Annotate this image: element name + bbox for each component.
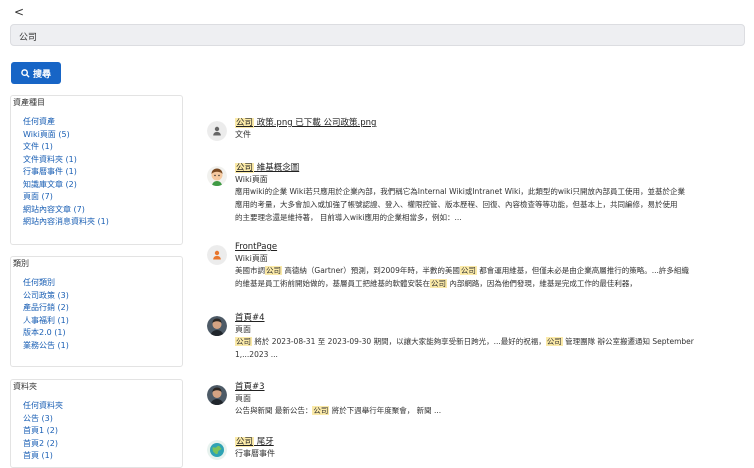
facet-item-link[interactable]: 業務公告 (1)	[23, 340, 69, 353]
result-avatar	[207, 316, 227, 336]
result-title-text: 尾牙	[254, 437, 274, 447]
facet-item-link[interactable]: 公告 (3)	[23, 413, 63, 426]
result-snippet: 公告與新聞 最新公告：公司 將於下週舉行年度聚會， 新聞 ...	[235, 404, 735, 417]
facet-item-link[interactable]: 首頁1 (2)	[23, 425, 63, 438]
facet-item-link[interactable]: 任何類別	[23, 277, 69, 290]
result-avatar	[207, 245, 227, 265]
snippet-line: 應用的考量，大多會加入或加強了帳號認證、登入、權限控管、版本歷程、回復、內容檢查…	[235, 198, 735, 211]
snippet-text: 內部網路，因為他們發現，維基是完成工作的最佳利器，	[447, 279, 637, 288]
highlight-term: 公司	[459, 266, 477, 275]
facet-item-link[interactable]: 首頁2 (2)	[23, 438, 63, 451]
search-button[interactable]: 搜尋	[11, 62, 61, 84]
result-snippet: 應用wiki的企業 Wiki若只應用於企業內部，我們稱它為Internal Wi…	[235, 185, 735, 224]
facet-item-link[interactable]: 任何資產	[23, 116, 109, 129]
facet-list: 任何資料夾 公告 (3) 首頁1 (2) 首頁2 (2) 首頁 (1)	[23, 400, 63, 463]
snippet-line: 公告與新聞 最新公告：公司 將於下週舉行年度聚會， 新聞 ...	[235, 404, 735, 417]
highlight-term: 公司	[235, 437, 255, 447]
highlight-term: 公司	[312, 406, 330, 415]
snippet-line: 美國市調公司 高德納（Gartner）預測，到2009年時，半數的美國公司 都會…	[235, 264, 735, 277]
facet-title: 類別	[13, 259, 29, 268]
result-type: 頁面	[235, 394, 251, 403]
snippet-text: 1,...2023 ...	[235, 350, 278, 359]
result-type: Wiki頁面	[235, 175, 268, 184]
result-title-text: 維基概念圖	[254, 163, 300, 173]
snippet-text: 美國市調	[235, 266, 265, 275]
result-avatar	[207, 385, 227, 405]
result-type: 文件	[235, 130, 251, 139]
result-title-link[interactable]: 公司 維基概念圖	[235, 162, 735, 174]
result-avatar	[207, 121, 227, 141]
highlight-term: 公司	[265, 266, 282, 275]
snippet-text: 將於 2023-08-31 至 2023-09-30 期間，以讓大家能夠享受新日…	[252, 337, 546, 346]
result-type: 頁面	[235, 325, 251, 334]
highlight-term: 公司	[235, 118, 255, 128]
snippet-text: 將於下週舉行年度聚會， 新聞 ...	[329, 406, 442, 415]
facet-item-link[interactable]: 產品行銷 (2)	[23, 302, 69, 315]
result-title-link[interactable]: 公司 尾牙	[235, 436, 735, 448]
snippet-line: 1,...2023 ...	[235, 348, 735, 361]
facet-title: 資產種目	[13, 98, 45, 107]
snippet-text: 公告與新聞 最新公告：	[235, 406, 313, 415]
facet-item-link[interactable]: 頁面 (7)	[23, 191, 109, 204]
result-title-text: 首頁#3	[235, 382, 265, 392]
highlight-term: 公司	[430, 279, 447, 288]
snippet-text: 都會運用維基，但僅未必是由企業高層推行的策略。...許多組織	[476, 266, 689, 275]
result-title-link[interactable]: 公司 政策.png 已下載 公司政策.png	[235, 117, 735, 129]
search-icon	[21, 68, 30, 78]
snippet-line: 應用wiki的企業 Wiki若只應用於企業內部，我們稱它為Internal Wi…	[235, 185, 735, 198]
result-title-link[interactable]: 首頁#3	[235, 381, 735, 393]
facet-list: 任何資產 Wiki頁面 (5) 文件 (1) 文件資料夾 (1) 行事曆事件 (1) 知識…	[23, 116, 109, 229]
result-snippet: 美國市調公司 高德納（Gartner）預測，到2009年時，半數的美國公司 都會…	[235, 264, 735, 290]
snippet-line: 公司 將於 2023-08-31 至 2023-09-30 期間，以讓大家能夠享…	[235, 335, 735, 348]
snippet-text: 管理團隊 辦公室搬遷通知 September	[562, 337, 694, 346]
snippet-text: 的維基是員工術前開始做的，基層員工把維基的軟體安裝在	[235, 279, 430, 288]
facet-item-link[interactable]: 行事曆事件 (1)	[23, 166, 109, 179]
search-input[interactable]	[19, 28, 719, 44]
snippet-text: 應用的考量，大多會加入或加強了帳號認證、登入、權限控管、版本歷程、回復、內容檢查…	[235, 200, 678, 209]
facet-item-link[interactable]: 文件資料夾 (1)	[23, 154, 109, 167]
result-title-link[interactable]: FrontPage	[235, 241, 735, 253]
result-avatar	[207, 166, 227, 186]
snippet-line: 的主要理念還是維持著， 目前導入wiki應用的企業相當多，例如：...	[235, 211, 735, 224]
facet-category: 類別 任何類別 公司政策 (3) 產品行銷 (2) 人事福利 (1) 版本2.0 (1)…	[10, 256, 183, 367]
snippet-text: 的主要理念還是維持著， 目前導入wiki應用的企業相當多，例如：...	[235, 213, 462, 222]
highlight-term: 公司	[235, 163, 255, 173]
back-arrow-icon[interactable]: <	[14, 5, 28, 19]
highlight-term: 公司	[545, 337, 563, 346]
result-title-link[interactable]: 首頁#4	[235, 312, 735, 324]
facet-asset-type: 資產種目 任何資產 Wiki頁面 (5) 文件 (1) 文件資料夾 (1) 行事曆事件 …	[10, 95, 183, 245]
facet-item-link[interactable]: 人事福利 (1)	[23, 315, 69, 328]
search-bar	[10, 24, 745, 46]
facet-item-link[interactable]: 任何資料夾	[23, 400, 63, 413]
facet-item-link[interactable]: 知識庫文章 (2)	[23, 179, 109, 192]
result-type: 行事曆事件	[235, 449, 275, 458]
highlight-term: 公司	[235, 337, 252, 346]
result-type: Wiki頁面	[235, 254, 268, 263]
result-title-text: FrontPage	[235, 242, 278, 252]
facet-item-link[interactable]: Wiki頁面 (5)	[23, 129, 109, 142]
facet-item-link[interactable]: 首頁 (1)	[23, 450, 63, 463]
result-snippet: 公司 將於 2023-08-31 至 2023-09-30 期間，以讓大家能夠享…	[235, 335, 735, 361]
snippet-line: 的維基是員工術前開始做的，基層員工把維基的軟體安裝在公司 內部網路，因為他們發現…	[235, 277, 735, 290]
facet-item-link[interactable]: 公司政策 (3)	[23, 290, 69, 303]
facet-item-link[interactable]: 網站內容消息資料夾 (1)	[23, 216, 109, 229]
snippet-text: 應用wiki的企業 Wiki若只應用於企業內部，我們稱它為Internal Wi…	[235, 187, 686, 196]
facet-item-link[interactable]: 文件 (1)	[23, 141, 109, 154]
snippet-text: 高德納（Gartner）預測，到2009年時，半數的美國	[282, 266, 460, 275]
facet-item-link[interactable]: 版本2.0 (1)	[23, 327, 69, 340]
result-title-text: 政策.png 已下載 公司政策.png	[254, 118, 377, 128]
facet-folder: 資料夾 任何資料夾 公告 (3) 首頁1 (2) 首頁2 (2) 首頁 (1)	[10, 379, 183, 468]
facet-item-link[interactable]: 網站內容文章 (7)	[23, 204, 109, 217]
facet-title: 資料夾	[13, 382, 37, 391]
search-button-label: 搜尋	[32, 69, 51, 80]
result-title-text: 首頁#4	[235, 313, 265, 323]
result-avatar	[207, 440, 227, 460]
facet-list: 任何類別 公司政策 (3) 產品行銷 (2) 人事福利 (1) 版本2.0 (1) 業務公…	[23, 277, 69, 352]
